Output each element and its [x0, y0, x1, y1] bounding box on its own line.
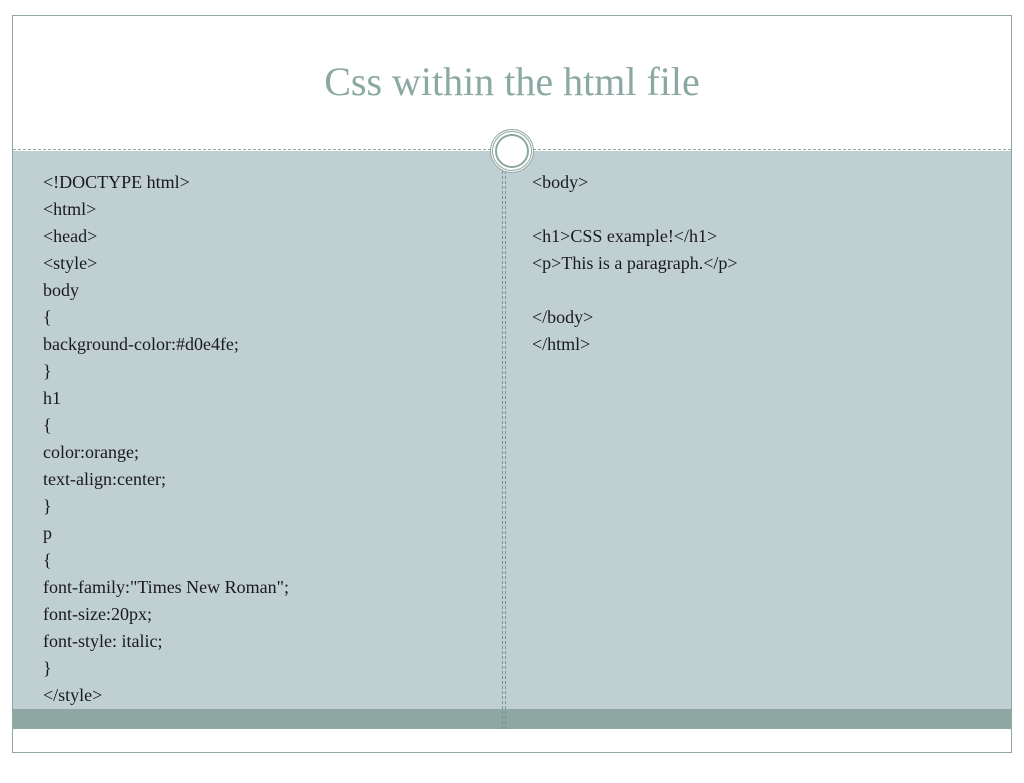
code-block-right: <body> <h1>CSS example!</h1> <p>This is …	[502, 151, 1011, 729]
footer-accent-bar	[13, 709, 1011, 729]
code-block-left: <!DOCTYPE html> <html> <head> <style> bo…	[13, 151, 502, 729]
circle-ornament-icon	[490, 129, 534, 173]
slide-container: Css within the html file <!DOCTYPE html>…	[12, 15, 1012, 753]
two-column-layout: <!DOCTYPE html> <html> <head> <style> bo…	[13, 151, 1011, 729]
vertical-divider-icon	[502, 151, 503, 729]
content-panel: <!DOCTYPE html> <html> <head> <style> bo…	[13, 151, 1011, 729]
vertical-divider-icon	[505, 151, 506, 729]
slide-title: Css within the html file	[13, 16, 1011, 105]
